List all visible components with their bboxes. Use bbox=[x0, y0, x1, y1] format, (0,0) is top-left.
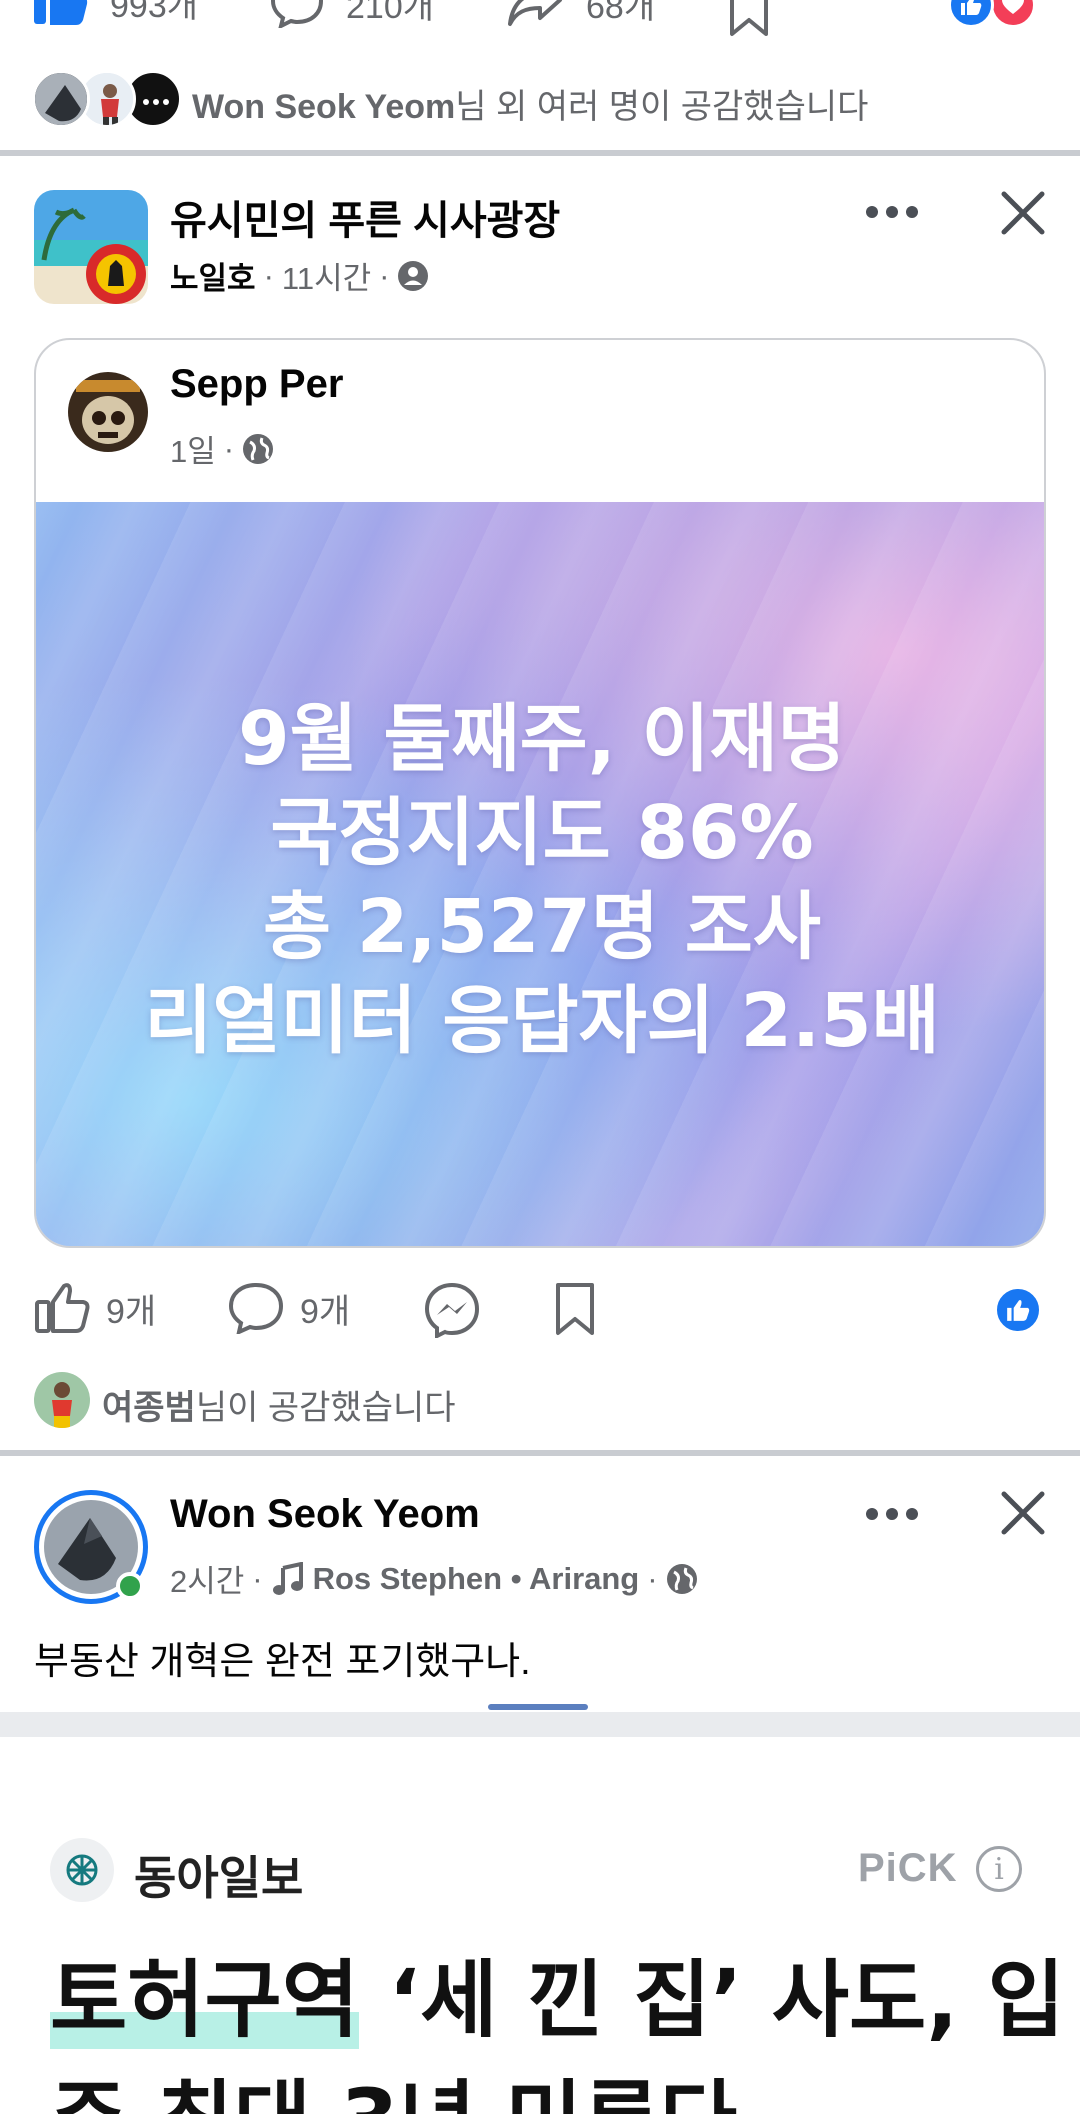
post-divider bbox=[0, 150, 1080, 156]
comment-action[interactable]: 9개 bbox=[228, 1282, 350, 1334]
shared-post-time[interactable]: 1일 bbox=[170, 426, 216, 471]
share-count: 68개 bbox=[586, 0, 656, 26]
article-title-line2: 주 최대 3년 미룬다 bbox=[50, 2060, 1065, 2114]
globe-icon bbox=[243, 433, 274, 464]
comment-count: 9개 bbox=[300, 1292, 351, 1331]
meta-dot: · bbox=[647, 1560, 658, 1596]
article-title[interactable]: 토허구역 ‘세 낀 집’ 사도, 입 주 최대 3년 미룬다 bbox=[50, 1940, 1065, 2114]
love-reaction-icon bbox=[990, 0, 1036, 28]
liked-by-suffix: 님이 공감했습니다 bbox=[195, 1389, 456, 1427]
group-privacy-icon bbox=[398, 260, 429, 291]
music-note-icon bbox=[272, 1561, 303, 1595]
like-count: 993개 bbox=[110, 0, 199, 25]
post-text: 부동산 개혁은 완전 포기했구나. bbox=[34, 1641, 531, 1683]
globe-icon bbox=[666, 1563, 697, 1594]
status-post-meta: 2시간 · Ros Stephen • Arirang · bbox=[170, 1556, 698, 1601]
like-reaction-icon bbox=[948, 0, 994, 28]
share-icon bbox=[508, 0, 562, 26]
image-text-line: 국정지지도 86% bbox=[270, 790, 814, 876]
meta-dot: · bbox=[379, 257, 390, 293]
status-post-time[interactable]: 2시간 bbox=[170, 1556, 244, 1601]
like-filled-icon bbox=[34, 0, 88, 25]
share-action[interactable]: 68개 bbox=[506, 0, 655, 28]
shared-author-avatar[interactable] bbox=[68, 372, 148, 452]
liked-by-suffix: 님 외 여러 명이 공감했습니다 bbox=[455, 88, 869, 126]
image-text-line: 9월 둘째주, 이재명 bbox=[238, 696, 846, 782]
image-text: 9월 둘째주, 이재명 국정지지도 86% 총 2,527명 조사 리얼미터 응… bbox=[36, 692, 1044, 1068]
like-action[interactable]: 993개 bbox=[34, 0, 198, 27]
shared-author-name[interactable]: Sepp Per bbox=[170, 362, 343, 407]
article-title-highlight: 토허구역 bbox=[50, 1951, 360, 2049]
close-icon[interactable] bbox=[1000, 1490, 1046, 1536]
comment-icon bbox=[228, 1282, 284, 1334]
music-track[interactable]: Ros Stephen • Arirang bbox=[313, 1561, 640, 1597]
group-name[interactable]: 유시민의 푸른 시사광장 bbox=[170, 188, 560, 246]
group-post-time[interactable]: 11시간 bbox=[282, 253, 371, 298]
more-options-icon[interactable] bbox=[866, 1508, 918, 1520]
source-name[interactable]: 동아일보 bbox=[134, 1842, 303, 1908]
like-outline-icon bbox=[35, 1283, 90, 1333]
post-author-name[interactable]: Won Seok Yeom bbox=[170, 1492, 480, 1537]
liker-avatar[interactable] bbox=[34, 1372, 90, 1428]
meta-dot: · bbox=[223, 430, 235, 466]
image-text-line: 리얼미터 응답자의 2.5배 bbox=[144, 978, 940, 1064]
meta-dot: · bbox=[263, 257, 274, 293]
liker-avatar-1[interactable] bbox=[32, 70, 90, 128]
liked-by-summary[interactable]: 여종범님이 공감했습니다 bbox=[102, 1380, 456, 1429]
link-preview-top-border bbox=[0, 1712, 1080, 1738]
comment-icon bbox=[270, 0, 324, 28]
pick-badge: PiCK bbox=[858, 1846, 958, 1890]
info-icon[interactable]: i bbox=[976, 1846, 1022, 1892]
carousel-indicator bbox=[488, 1704, 588, 1710]
save-bookmark-icon[interactable] bbox=[728, 0, 770, 38]
group-post-meta: 노일호 · 11시간 · bbox=[170, 253, 429, 298]
dongailbo-logo-icon bbox=[66, 1854, 98, 1886]
close-icon[interactable] bbox=[1000, 190, 1046, 236]
like-reaction-icon bbox=[994, 1286, 1042, 1334]
article-title-rest: ‘세 낀 집’ 사도, 입 bbox=[359, 1951, 1065, 2049]
post-divider bbox=[0, 1450, 1080, 1456]
liked-by-name: 여종범 bbox=[102, 1389, 196, 1427]
group-avatar-image bbox=[34, 190, 148, 304]
messenger-icon[interactable] bbox=[424, 1282, 480, 1338]
group-post-author[interactable]: 노일호 bbox=[170, 253, 256, 298]
save-bookmark-icon[interactable] bbox=[554, 1283, 596, 1337]
like-action[interactable]: 9개 bbox=[34, 1282, 156, 1334]
group-avatar[interactable] bbox=[34, 190, 148, 304]
meta-dot: · bbox=[252, 1560, 263, 1596]
shared-post-image[interactable]: 9월 둘째주, 이재명 국정지지도 86% 총 2,527명 조사 리얼미터 응… bbox=[36, 502, 1044, 1246]
comment-count: 210개 bbox=[346, 0, 435, 26]
more-options-icon[interactable] bbox=[866, 206, 918, 218]
comment-action[interactable]: 210개 bbox=[270, 0, 434, 28]
liked-by-name: Won Seok Yeom bbox=[192, 88, 456, 126]
liked-by-summary[interactable]: Won Seok Yeom님 외 여러 명이 공감했습니다 bbox=[192, 79, 868, 128]
like-count: 9개 bbox=[106, 1292, 157, 1331]
image-text-line: 총 2,527명 조사 bbox=[263, 884, 821, 970]
shared-post-meta: 1일 · bbox=[170, 426, 274, 471]
source-logo bbox=[50, 1838, 114, 1902]
shared-post-card[interactable]: Sepp Per 1일 · 9월 둘째주, 이재명 국정지지도 86% 총 2,… bbox=[34, 338, 1046, 1248]
online-status-icon bbox=[116, 1572, 144, 1600]
